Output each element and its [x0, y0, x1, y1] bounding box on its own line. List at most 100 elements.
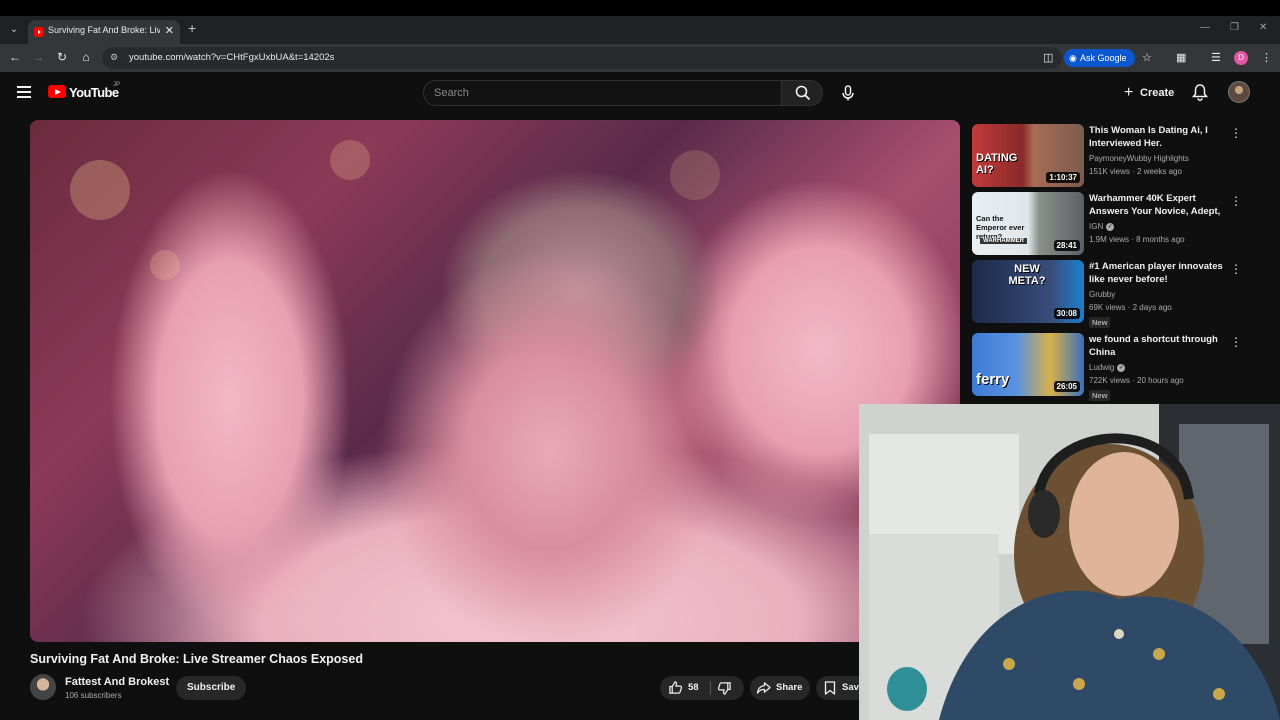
recommendation-channel[interactable]: Ludwig ✓: [1089, 363, 1126, 372]
tab-close-icon[interactable]: ✕: [165, 24, 174, 37]
channel-avatar[interactable]: [30, 674, 56, 700]
recommendation-meta: 69K views · 2 days ago: [1089, 303, 1172, 312]
site-info-icon[interactable]: ⚙: [110, 52, 118, 63]
recommendation-channel-name: IGN: [1089, 222, 1104, 231]
like-count: 58: [688, 682, 699, 693]
bookmark-star-icon[interactable]: ☆: [1142, 51, 1152, 64]
youtube-masthead: YouTube JP + Create: [0, 72, 1280, 112]
video-title: Surviving Fat And Broke: Live Streamer C…: [30, 652, 363, 666]
thumbs-down-icon[interactable]: [717, 681, 732, 696]
microphone-icon: [842, 85, 854, 101]
bell-icon: [1191, 84, 1209, 101]
verified-check-icon: ✓: [1117, 363, 1126, 372]
browser-profile-avatar[interactable]: D: [1234, 51, 1248, 65]
more-actions-icon[interactable]: ⋮: [1230, 262, 1242, 276]
recommendation-title[interactable]: #1 American player innovates like never …: [1089, 260, 1224, 286]
forward-icon[interactable]: →: [30, 50, 46, 64]
video-thumbnail[interactable]: NEW META? 30:08: [972, 260, 1084, 323]
video-thumbnail[interactable]: DATING AI? 1:10:37: [972, 124, 1084, 187]
more-actions-icon[interactable]: ⋮: [1230, 335, 1242, 349]
recommendation-title[interactable]: This Woman Is Dating Ai, I Interviewed H…: [1089, 124, 1224, 150]
video-player[interactable]: [30, 120, 960, 642]
restore-icon[interactable]: ❐: [1230, 22, 1239, 33]
thumbnail-subtext: WARHAMMER: [980, 238, 1027, 244]
youtube-logo-icon[interactable]: [48, 85, 66, 98]
media-controls-icon[interactable]: ☰: [1211, 51, 1221, 64]
subscribe-button[interactable]: Subscribe: [176, 676, 247, 700]
more-actions-icon[interactable]: ⋮: [1230, 194, 1242, 208]
recommendation-channel[interactable]: PaymoneyWubby Highlights: [1089, 154, 1189, 163]
background-light: [670, 150, 720, 200]
tab-title: Surviving Fat And Broke: Live St: [48, 25, 160, 35]
like-dislike-group: 58: [660, 676, 744, 700]
browser-tab-active[interactable]: Surviving Fat And Broke: Live St ✕: [28, 20, 180, 44]
background-light: [330, 140, 370, 180]
guide-menu-icon[interactable]: [17, 86, 31, 98]
lens-icon: ◉: [1069, 53, 1077, 63]
voice-search-button[interactable]: [835, 80, 861, 106]
recommendation-item[interactable]: ferry 26:05 we found a shortcut through …: [972, 333, 1262, 401]
more-actions-icon[interactable]: ⋮: [1230, 126, 1242, 140]
recommendation-channel[interactable]: Grubby: [1089, 290, 1115, 299]
account-avatar[interactable]: [1228, 81, 1250, 103]
recommendation-title[interactable]: Warhammer 40K Expert Answers Your Novice…: [1089, 192, 1224, 218]
new-badge: New: [1089, 390, 1111, 401]
search-input[interactable]: [434, 85, 764, 101]
recommendation-channel[interactable]: IGN ✓: [1089, 222, 1115, 231]
thumbnail-text: NEW META?: [1008, 263, 1046, 287]
thumbnail-text: Can the Emperor ever return?: [976, 214, 1025, 241]
install-app-icon[interactable]: ◫: [1043, 51, 1053, 64]
thumbnail-text: DATING AI?: [976, 152, 1018, 176]
video-duration: 30:08: [1053, 308, 1080, 319]
video-duration: 1:10:37: [1046, 172, 1080, 183]
recommendation-meta: 722K views · 20 hours ago: [1089, 376, 1184, 385]
thumbnail-text: ferry: [976, 371, 1010, 388]
background-light: [70, 160, 130, 220]
search-box: [423, 80, 781, 106]
recommendation-title[interactable]: we found a shortcut through China: [1089, 333, 1224, 359]
youtube-favicon-icon: [34, 27, 44, 37]
extensions-icon[interactable]: ▦: [1176, 51, 1186, 64]
recommendation-channel-name: Ludwig: [1089, 363, 1115, 372]
recommendation-item[interactable]: Can the Emperor ever return? WARHAMMER 2…: [972, 192, 1262, 256]
verified-check-icon: ✓: [1106, 222, 1115, 231]
address-bar[interactable]: ⚙ youtube.com/watch?v=CHtFgxUxbUA&t=1420…: [102, 47, 1062, 69]
youtube-wordmark[interactable]: YouTube: [69, 85, 119, 100]
subscriber-count: 106 subscribers: [65, 691, 122, 700]
webcam-overlay: [859, 404, 1280, 720]
url-text[interactable]: youtube.com/watch?v=CHtFgxUxbUA&t=14202s: [129, 52, 334, 63]
notifications-button[interactable]: [1191, 83, 1210, 101]
video-duration: 28:41: [1053, 240, 1080, 251]
new-tab-icon[interactable]: +: [188, 20, 196, 36]
video-thumbnail[interactable]: ferry 26:05: [972, 333, 1084, 396]
plus-icon: +: [1124, 84, 1134, 101]
top-letterbox: [0, 0, 1280, 16]
reload-icon[interactable]: ↻: [54, 50, 70, 64]
share-button[interactable]: Share: [750, 676, 810, 700]
share-label: Share: [776, 682, 803, 693]
minimize-icon[interactable]: —: [1200, 22, 1210, 33]
ask-google-button[interactable]: ◉ Ask Google: [1064, 49, 1135, 67]
home-icon[interactable]: ⌂: [78, 50, 94, 64]
recommendation-item[interactable]: NEW META? 30:08 #1 American player innov…: [972, 260, 1262, 328]
back-icon[interactable]: ←: [7, 50, 23, 64]
channel-name[interactable]: Fattest And Brokest: [65, 676, 169, 688]
search-button[interactable]: [781, 80, 823, 106]
close-window-icon[interactable]: ✕: [1259, 22, 1267, 33]
new-badge: New: [1089, 317, 1111, 328]
browser-toolbar: ← → ↻ ⌂ ⚙ youtube.com/watch?v=CHtFgxUxbU…: [0, 44, 1280, 72]
video-duration: 26:05: [1053, 381, 1080, 392]
recommendation-item[interactable]: DATING AI? 1:10:37 This Woman Is Dating …: [972, 124, 1262, 188]
bookmark-icon: [824, 681, 836, 695]
video-thumbnail[interactable]: Can the Emperor ever return? WARHAMMER 2…: [972, 192, 1084, 255]
create-button[interactable]: + Create: [1122, 81, 1174, 105]
browser-tab-strip: ⌄ Surviving Fat And Broke: Live St ✕ + —…: [0, 16, 1280, 44]
region-code: JP: [113, 82, 121, 88]
search-icon: [795, 85, 811, 101]
browser-menu-icon[interactable]: ⋮: [1261, 51, 1272, 64]
thumbs-up-icon[interactable]: [668, 680, 683, 695]
share-arrow-icon: [756, 682, 771, 694]
create-label: Create: [1140, 87, 1175, 99]
recommendation-meta: 151K views · 2 weeks ago: [1089, 167, 1182, 176]
tab-search-icon[interactable]: ⌄: [4, 20, 24, 40]
